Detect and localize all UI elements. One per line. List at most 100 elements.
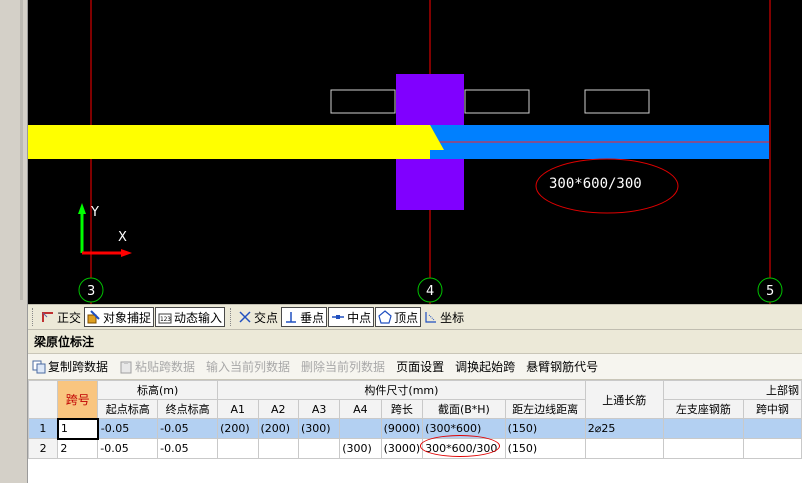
ref-rect-2 (464, 89, 530, 114)
ucs-x-label: X (118, 230, 127, 245)
ucs-icon: Y X (78, 203, 132, 257)
perpendicular-icon (284, 310, 298, 324)
cantilever-code-button[interactable]: 悬臂钢筋代号 (526, 358, 598, 375)
a4-cell[interactable]: (300) (339, 438, 382, 459)
span-len-cell[interactable]: (3000) (380, 438, 424, 459)
start-elev-cell[interactable]: -0.05 (97, 438, 159, 459)
top-long-cell[interactable]: 2⌀25 (584, 418, 664, 439)
end-elev-cell[interactable]: -0.05 (157, 418, 219, 439)
snap-toolbar: 正交 对象捕捉 123 动态输入 交点 垂点 中点 顶点 坐标 (28, 304, 802, 330)
object-snap-label: 对象捕捉 (103, 310, 152, 325)
edge-dist-cell[interactable]: (150) (504, 438, 586, 459)
edge-dist-cell[interactable]: (150) (504, 418, 586, 439)
end-elev-cell[interactable]: -0.05 (157, 438, 219, 459)
axis-label-3: 3 (87, 284, 95, 299)
dynamic-input-label: 动态输入 (174, 310, 223, 325)
ucs-y-label: Y (90, 205, 99, 220)
start-elev-header: 起点标高 (97, 399, 159, 419)
dimension-label: 300*600/300 (549, 176, 642, 192)
midpoint-icon (331, 310, 345, 324)
a2-cell[interactable]: (200) (257, 418, 299, 439)
copy-span-label: 复制跨数据 (48, 360, 109, 374)
a3-cell[interactable]: (300) (297, 418, 341, 439)
ref-rect-3 (584, 89, 650, 114)
a1-cell[interactable]: (200) (217, 418, 259, 439)
a1-header: A1 (217, 399, 259, 419)
span-len-cell[interactable]: (9000) (380, 418, 424, 439)
beam-span-1[interactable] (28, 125, 430, 159)
coordinate-toggle[interactable]: 坐标 (422, 307, 466, 327)
header-row-2: 起点标高 终点标高 A1 A2 A3 A4 跨长 截面(B*H) 距左边线距离 … (29, 399, 802, 419)
a1-cell[interactable] (217, 438, 259, 459)
copy-icon (32, 360, 46, 374)
axis-label-5: 5 (766, 284, 774, 299)
span-data-grid: 跨号 标高(m) 构件尺寸(mm) 上通长筋 上部钢 起点标高 终点标高 A1 … (28, 380, 802, 483)
section-highlight-ellipse (420, 435, 501, 457)
vertex-toggle[interactable]: 顶点 (375, 307, 422, 327)
span-cell[interactable]: 2 (57, 438, 99, 459)
page-setup-button[interactable]: 页面设置 (396, 358, 444, 375)
table-row[interactable]: 1 1 -0.05 -0.05 (200) (200) (300) (9000)… (28, 417, 802, 440)
input-column-button[interactable]: 输入当前列数据 (206, 358, 290, 375)
paste-span-label: 粘贴跨数据 (135, 360, 196, 374)
span-table: 跨号 标高(m) 构件尺寸(mm) 上通长筋 上部钢 起点标高 终点标高 A1 … (28, 380, 802, 459)
intersection-icon (238, 310, 252, 324)
table-row[interactable]: 2 2 -0.05 -0.05 (300) (3000) 300*600/300… (28, 435, 802, 459)
intersection-label: 交点 (254, 310, 279, 325)
beam-annotation-window: 300*600/300 Y X 3 4 5 正交 对象捕捉 123 动态输入 交… (0, 0, 802, 483)
mid-span-header: 跨中钢 (742, 399, 802, 419)
copy-span-button[interactable]: 复制跨数据 (32, 358, 108, 375)
vertex-label: 顶点 (394, 310, 419, 325)
a3-header: A3 (297, 399, 341, 419)
delete-column-button[interactable]: 删除当前列数据 (301, 358, 385, 375)
ortho-toggle[interactable]: 正交 (39, 307, 83, 327)
drawing-canvas[interactable]: 300*600/300 Y X 3 4 5 (28, 0, 802, 304)
a3-cell[interactable] (297, 438, 341, 459)
svg-text:123: 123 (160, 316, 171, 323)
section-cell[interactable]: 300*600/300 (420, 435, 506, 459)
vertex-icon (378, 310, 392, 324)
span-cell[interactable]: 1 (56, 417, 99, 440)
toolbar-separator (230, 308, 232, 326)
object-snap-toggle[interactable]: 对象捕捉 (84, 307, 155, 327)
edge-dist-header: 距左边线距离 (504, 399, 586, 419)
axis-label-4: 4 (426, 284, 434, 299)
left-support-cell[interactable] (662, 418, 744, 439)
a4-cell[interactable] (339, 418, 382, 439)
section-header: 截面(B*H) (422, 399, 506, 419)
swap-start-button[interactable]: 调换起始跨 (455, 358, 515, 375)
end-elev-header: 终点标高 (157, 399, 219, 419)
row-number: 2 (28, 438, 59, 459)
a2-cell[interactable] (257, 438, 299, 459)
left-support-cell[interactable] (662, 438, 744, 459)
toolbar-grip[interactable] (32, 308, 36, 326)
panel-toolbar: 复制跨数据 粘贴跨数据 输入当前列数据 删除当前列数据 页面设置 调换起始跨 悬… (28, 354, 802, 380)
midpoint-toggle[interactable]: 中点 (328, 307, 375, 327)
coordinate-label: 坐标 (440, 310, 465, 325)
coordinate-icon (424, 310, 438, 324)
elevation-header: 标高(m) (97, 380, 219, 400)
row-number: 1 (28, 418, 59, 439)
mid-span-cell[interactable] (742, 438, 802, 459)
top-bar-header: 上部钢 (662, 380, 802, 400)
object-snap-icon (87, 310, 101, 324)
ortho-label: 正交 (57, 310, 82, 325)
panel-title: 梁原位标注 (28, 330, 802, 354)
start-elev-cell[interactable]: -0.05 (97, 418, 159, 439)
row-number-header (28, 380, 59, 419)
mid-span-cell[interactable] (742, 418, 802, 439)
dynamic-input-icon: 123 (158, 310, 172, 324)
ortho-icon (41, 310, 55, 324)
left-support-header: 左支座钢筋 (662, 399, 744, 419)
dynamic-input-toggle[interactable]: 123 动态输入 (155, 307, 226, 327)
left-dock-strip (0, 0, 28, 483)
dimensions-header: 构件尺寸(mm) (217, 380, 586, 400)
a2-header: A2 (257, 399, 299, 419)
a4-header: A4 (339, 399, 382, 419)
top-long-cell[interactable] (584, 438, 664, 459)
perpendicular-toggle[interactable]: 垂点 (281, 307, 328, 327)
intersection-toggle[interactable]: 交点 (236, 307, 280, 327)
paste-span-button[interactable]: 粘贴跨数据 (119, 358, 195, 375)
span-no-header[interactable]: 跨号 (57, 380, 99, 419)
ref-rect-1 (330, 89, 396, 114)
